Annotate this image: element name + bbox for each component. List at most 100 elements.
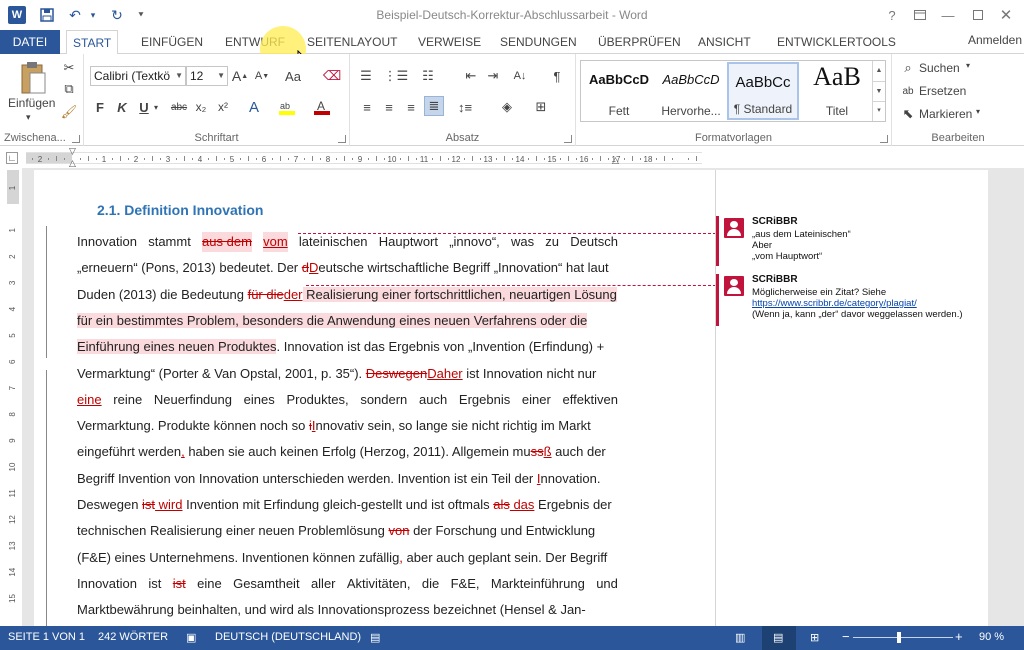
word-icon[interactable]: W [8,6,26,24]
underline-icon[interactable]: U [136,98,152,116]
ribbon-display-icon[interactable] [910,6,930,24]
redo-icon[interactable]: ↻ [108,6,126,24]
clipboard-launcher-icon[interactable] [72,135,80,143]
zoom-level[interactable]: 90 % [979,631,1004,643]
save-icon[interactable] [38,6,56,24]
document-line[interactable]: Innovation ist ist eine Gesamtheit aller Aktiv… [77,574,618,594]
document-area[interactable]: 2.1. Definition Innovation Innovation sta… [22,168,1024,626]
comment-balloon[interactable]: SCRiBBR „aus dem Lateinischen“ Aber „vom… [716,216,986,266]
bold-icon[interactable]: F [92,98,108,116]
help-icon[interactable]: ? [882,6,902,24]
tab-ueberpruefen[interactable]: ÜBERPRÜFEN [592,30,687,54]
document-line[interactable]: eingeführt werden, haben sie auch keinen… [77,442,618,462]
show-formatting-icon[interactable]: ¶ [548,68,566,84]
zoom-slider-thumb[interactable] [897,632,901,643]
tab-sendungen[interactable]: SENDUNGEN [494,30,583,54]
align-left-icon[interactable]: ≡ [358,98,376,116]
tab-seitenlayout[interactable]: SEITENLAYOUT [301,30,403,54]
tab-ansicht[interactable]: ANSICHT [692,30,757,54]
document-line[interactable]: eine reine Neuerfindung eines Produktes, sond… [77,390,618,410]
align-right-icon[interactable]: ≡ [402,98,420,116]
document-line[interactable]: „erneuern“ (Pons, 2013) bedeutet. Der dD… [77,258,618,278]
read-mode-icon[interactable]: ▥ [735,631,745,644]
undo-dropdown-icon[interactable]: ▾ [84,6,102,24]
proofing-icon[interactable]: ▣ [186,631,196,644]
styles-scroll[interactable]: ▲ ▼ ▾ [872,61,885,121]
document-line[interactable]: Duden (2013) die Bedeutung für dieder Re… [77,285,618,305]
replace-button[interactable]: Ersetzen [919,84,966,98]
document-line[interactable]: Einführung eines neuen Produktes. Innova… [77,337,618,357]
copy-icon[interactable]: ⧉ [60,81,78,97]
select-icon[interactable]: ⬉ [900,106,916,122]
shading-icon[interactable]: ◈ [496,98,518,116]
grow-font-icon[interactable]: A ▲ [232,68,248,84]
change-case-icon[interactable]: Aa [282,68,304,84]
zoom-out-icon[interactable]: − [842,629,850,644]
language-status[interactable]: DEUTSCH (DEUTSCHLAND) [215,631,361,643]
document-line[interactable]: Begriff Invention von Innovation untersc… [77,469,618,489]
find-button[interactable]: Suchen [919,61,960,75]
minimize-icon[interactable]: — [938,6,958,24]
bullets-icon[interactable]: ☰ [356,68,376,84]
increase-indent-icon[interactable]: ⇥ [484,68,502,84]
document-line[interactable]: für ein bestimmtes Problem, besonders di… [77,311,618,331]
customize-qat-icon[interactable]: ⯆ [132,6,150,24]
comment-link[interactable]: https://www.scribbr.de/category/plagiat/ [752,298,917,309]
font-launcher-icon[interactable] [338,135,346,143]
maximize-icon[interactable] [968,6,988,24]
zoom-in-icon[interactable]: + [955,629,963,644]
style-fett[interactable]: AaBbCcD Fett [583,62,655,120]
clear-formatting-icon[interactable]: ⌫ [323,68,341,84]
font-name-combo[interactable]: Calibri (Textkö ▼ [90,66,186,86]
style-standard[interactable]: AaBbCc ¶ Standard [727,62,799,120]
strikethrough-icon[interactable]: abc [168,98,190,116]
vertical-ruler[interactable]: 1 1 2 3 4 5 6 7 8 9 10 11 12 13 14 15 [4,170,20,608]
line-spacing-icon[interactable]: ↕≡ [454,98,476,116]
horizontal-ruler[interactable]: 2 1 2 3 4 5 6 7 8 9 10 11 12 13 14 15 16 17 18 [26,152,702,164]
shrink-font-icon[interactable]: A ▼ [254,68,270,84]
sign-in-link[interactable]: Anmelden [968,30,1022,54]
right-indent-marker[interactable]: △ [612,155,619,166]
subscript-icon[interactable]: x₂ [192,98,210,116]
decrease-indent-icon[interactable]: ⇤ [462,68,480,84]
style-titel[interactable]: AaB Titel [801,62,873,120]
document-page[interactable]: 2.1. Definition Innovation Innovation sta… [34,170,988,626]
multilevel-list-icon[interactable]: ☷ [418,68,438,84]
undo-icon[interactable]: ↶ [66,6,84,24]
web-layout-icon[interactable]: ⊞ [810,631,819,644]
zoom-slider[interactable] [853,637,953,638]
document-line[interactable]: Deswegen ist wird Invention mit Erfindun… [77,495,618,515]
document-line[interactable]: Vermarktung“ (Porter & Van Opstal, 2001,… [77,364,618,384]
font-color-icon[interactable]: A [312,98,332,116]
cut-icon[interactable]: ✂ [60,60,78,76]
font-size-combo[interactable]: 12 ▼ [186,66,228,86]
select-dropdown-icon[interactable]: ▾ [976,107,980,116]
format-painter-icon[interactable]: 🖌 [60,104,78,120]
tab-verweise[interactable]: VERWEISE [412,30,487,54]
tab-selector-icon[interactable]: ∟ [6,152,18,164]
macro-record-icon[interactable]: ▤ [370,631,380,644]
replace-icon[interactable]: ab [900,83,916,99]
close-icon[interactable]: ✕ [996,6,1016,24]
word-count[interactable]: 242 WÖRTER [98,631,168,643]
paste-dropdown-icon[interactable]: ▾ [26,112,31,123]
tab-start[interactable]: START [66,30,119,55]
find-dropdown-icon[interactable]: ▾ [966,61,970,70]
tab-entwicklertools[interactable]: ENTWICKLERTOOLS [771,30,902,54]
paste-icon[interactable] [18,60,48,96]
document-line[interactable]: Marktbewährung beinhalten, und wird als … [77,600,618,620]
justify-icon[interactable]: ≣ [424,96,444,116]
comment-balloon[interactable]: SCRiBBR Möglicherweise ein Zitat? Siehe … [716,274,986,326]
document-line[interactable]: (F&E) eines Unternehmens. Inventionen kö… [77,548,618,568]
document-line[interactable]: technischen Realisierung einer neuen Pro… [77,521,618,541]
borders-icon[interactable]: ⊞ [530,98,552,116]
select-button[interactable]: Markieren [919,107,972,121]
document-line[interactable]: Innovation stammt aus dem vom lateinischen Ha… [77,232,618,252]
chevron-up-icon[interactable]: ▲ [873,61,885,81]
style-hervorhebung[interactable]: AaBbCcD Hervorhe... [655,62,727,120]
document-line[interactable]: Vermarktung. Produkte können noch so iIn… [77,416,618,436]
find-icon[interactable]: ⌕ [900,60,916,76]
tab-einfuegen[interactable]: EINFÜGEN [135,30,209,54]
sort-icon[interactable]: A↓ [510,68,530,84]
styles-launcher-icon[interactable] [880,135,888,143]
